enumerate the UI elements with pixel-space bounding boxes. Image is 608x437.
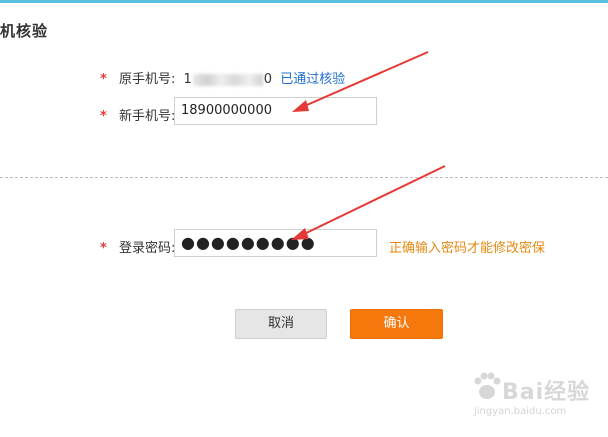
watermark-url: jingyan.baidu.com [474,406,567,417]
original-phone-row: * 原手机号: 10 已通过核验 [100,68,345,87]
confirm-button[interactable]: 确认 [350,309,443,339]
new-phone-input[interactable]: 18900000000 [174,97,377,125]
paw-icon [474,372,501,399]
original-phone-label: 原手机号: [118,72,176,87]
password-label: 登录密码: [118,241,176,256]
required-mark: * [100,72,107,87]
cancel-button[interactable]: 取消 [235,309,327,339]
blurred-digits [192,73,263,86]
phone-suffix: 0 [263,72,273,87]
top-border [0,0,608,3]
required-mark: * [100,241,107,256]
phone-prefix: 1 [183,72,192,87]
new-phone-label: 新手机号: [118,109,176,124]
section-title: 机核验 [0,22,49,40]
dashed-divider [0,177,608,178]
baidu-watermark: Bai经验 jingyan.baidu.com [470,370,600,425]
original-phone-value: 10 [183,72,272,87]
password-input[interactable]: ●●●●●●●●● [174,229,377,257]
password-hint: 正确输入密码才能修改密保 [389,241,546,256]
password-row: * 登录密码: [100,237,175,256]
verified-status: 已通过核验 [280,72,346,87]
watermark-brand: Bai经验 [502,380,591,405]
required-mark: * [100,109,107,124]
new-phone-row: * 新手机号: [100,105,175,124]
